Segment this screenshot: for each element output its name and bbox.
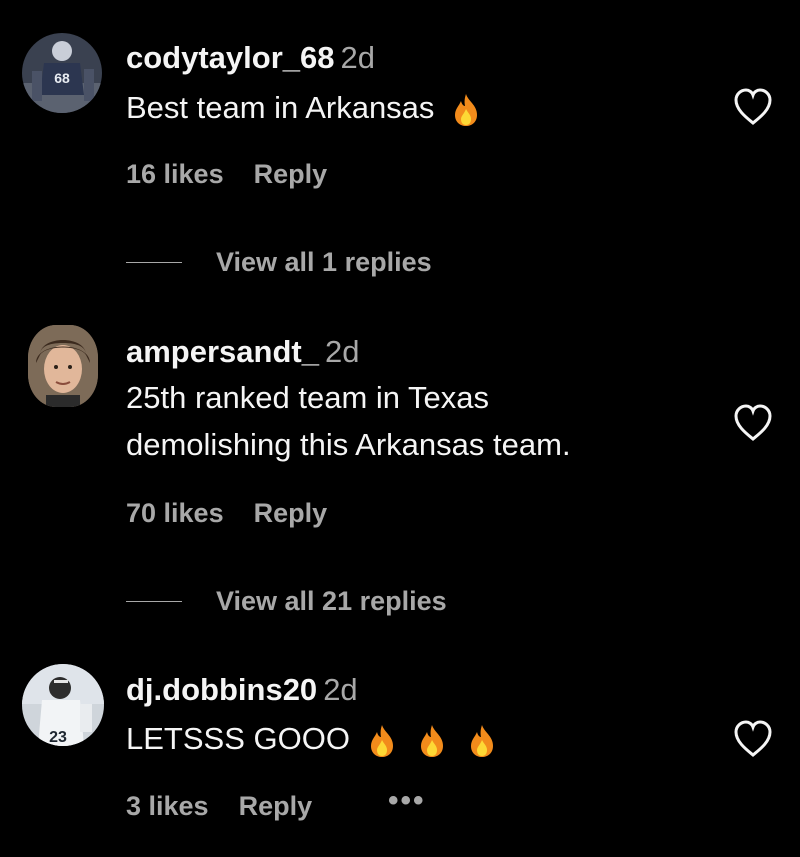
fire-emoji-icon xyxy=(370,724,393,757)
football-player-avatar-icon: 68 xyxy=(22,33,102,113)
like-heart-icon[interactable] xyxy=(733,88,773,126)
username[interactable]: dj.dobbins20 xyxy=(126,672,317,707)
view-replies-button[interactable]: View all 1 replies xyxy=(126,244,432,280)
like-heart-icon[interactable] xyxy=(733,720,773,758)
view-replies-label: View all 21 replies xyxy=(216,585,447,616)
svg-text:23: 23 xyxy=(49,729,67,746)
likes-count[interactable]: 70 likes xyxy=(126,498,224,528)
reply-button[interactable]: Reply xyxy=(254,498,328,528)
view-replies-button[interactable]: View all 21 replies xyxy=(126,583,447,619)
avatar[interactable]: 68 xyxy=(22,33,102,113)
avatar[interactable]: 23 xyxy=(22,664,104,746)
divider xyxy=(126,600,182,602)
fire-emoji-icon xyxy=(470,724,493,757)
svg-text:68: 68 xyxy=(54,70,70,86)
reply-button[interactable]: Reply xyxy=(254,159,328,189)
person-portrait-avatar-icon xyxy=(28,325,98,407)
avatar[interactable] xyxy=(28,325,98,407)
comment-line: LETSSS GOOO xyxy=(126,721,350,756)
likes-count[interactable]: 3 likes xyxy=(126,791,209,821)
comment-line: demolishing this Arkansas team. xyxy=(126,427,571,462)
comment-line: 25th ranked team in Texas xyxy=(126,380,490,415)
comment-header: ampersandt_ 2d xyxy=(126,334,359,370)
comment-text: Best team in Arkansas xyxy=(126,84,480,131)
more-options-button[interactable]: ••• xyxy=(388,784,426,818)
comment-text: LETSSS GOOO xyxy=(126,715,496,762)
fire-emoji-icon xyxy=(420,724,443,757)
likes-count[interactable]: 16 likes xyxy=(126,159,224,189)
reply-button[interactable]: Reply xyxy=(239,791,313,821)
comment-text: 25th ranked team in Texas demolishing th… xyxy=(126,374,571,468)
comment-meta: 70 likes Reply xyxy=(126,496,327,530)
timestamp: 2d xyxy=(340,40,375,75)
comment-meta: 16 likes Reply xyxy=(126,157,327,191)
timestamp: 2d xyxy=(323,672,358,707)
view-replies-label: View all 1 replies xyxy=(216,246,432,277)
comment-meta: 3 likes Reply xyxy=(126,789,312,823)
timestamp: 2d xyxy=(324,334,360,369)
comment-header: codytaylor_68 2d xyxy=(126,40,375,76)
fire-emoji-icon xyxy=(455,93,478,126)
comment-line: Best team in Arkansas xyxy=(126,90,435,125)
like-heart-icon[interactable] xyxy=(733,404,773,442)
username[interactable]: codytaylor_68 xyxy=(126,40,335,75)
football-player-avatar-icon: 23 xyxy=(22,664,104,746)
username[interactable]: ampersandt_ xyxy=(126,334,319,369)
divider xyxy=(126,261,182,263)
comment-header: dj.dobbins20 2d xyxy=(126,672,358,708)
